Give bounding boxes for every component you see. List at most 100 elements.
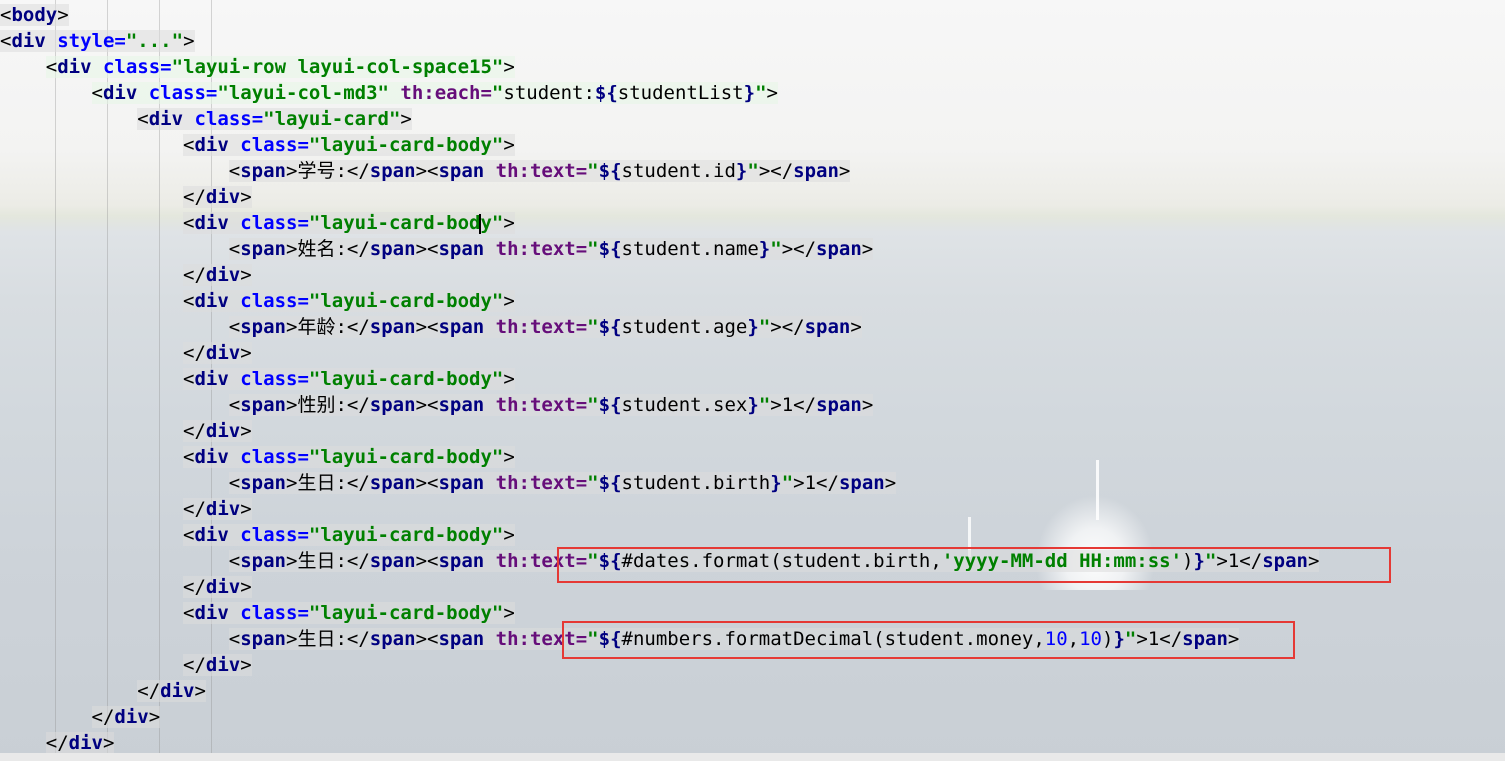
code-line[interactable]: <div class="layui-row layui-col-space15"… xyxy=(0,54,515,80)
code-token: span xyxy=(240,394,286,416)
code-content: <div class="layui-col-md3" th:each="stud… xyxy=(91,82,778,104)
code-token: </ xyxy=(183,576,206,598)
code-token: < xyxy=(183,524,195,546)
code-token: "layui-row layui-col-space15" xyxy=(171,56,504,78)
code-content: <span>学号:</span><span th:text="${student… xyxy=(228,160,851,182)
code-token: } xyxy=(770,472,782,494)
code-line[interactable]: <div class="layui-card-body"> xyxy=(0,210,515,236)
code-line[interactable]: <div class="layui-card-body"> xyxy=(0,444,515,470)
code-content: <body> xyxy=(0,4,69,26)
code-token: class= xyxy=(240,290,309,312)
code-line[interactable]: <span>学号:</span><span th:text="${student… xyxy=(0,158,851,184)
code-token: </ xyxy=(346,628,370,650)
code-token: ></ xyxy=(781,238,817,260)
highlight-box-numbers-format xyxy=(562,621,1295,659)
code-token: 生日: xyxy=(297,550,347,572)
code-token: > xyxy=(183,30,195,52)
code-line[interactable]: </div> xyxy=(0,262,252,288)
code-token: > xyxy=(194,680,206,702)
code-line[interactable]: <div class="layui-card-body"> xyxy=(0,366,515,392)
code-content: </div> xyxy=(137,680,206,702)
code-token: 1 xyxy=(781,394,794,416)
code-line[interactable]: <div class="layui-card"> xyxy=(0,106,412,132)
code-token: th:text= xyxy=(495,394,588,416)
code-line[interactable]: <div class="layui-card-body"> xyxy=(0,288,515,314)
code-token: > xyxy=(884,472,897,494)
code-token: span xyxy=(369,160,416,182)
code-token: span xyxy=(438,394,496,416)
code-token: > xyxy=(102,732,115,754)
code-line[interactable]: <div class="layui-card-body"> xyxy=(0,132,515,158)
code-token: div xyxy=(205,654,241,676)
code-token: div xyxy=(114,706,149,728)
code-token: } xyxy=(743,82,756,104)
code-content: <div class="layui-card-body"> xyxy=(183,602,515,624)
code-token: div xyxy=(194,212,241,234)
code-token: </ xyxy=(183,654,206,676)
code-token: div xyxy=(11,30,58,52)
code-line[interactable]: </div> xyxy=(0,678,206,704)
code-token: < xyxy=(91,82,103,104)
code-line[interactable]: <div class="layui-card-body"> xyxy=(0,522,515,548)
code-token: div xyxy=(205,498,241,520)
code-token: ${ xyxy=(598,238,622,260)
code-line[interactable]: <div style="..."> xyxy=(0,28,195,54)
code-token: > xyxy=(57,4,69,26)
code-token: span xyxy=(240,628,286,650)
code-token: > xyxy=(861,394,874,416)
code-token: >< xyxy=(415,628,439,650)
code-token: class= xyxy=(240,212,309,234)
code-token: div xyxy=(205,342,241,364)
code-content: <div class="layui-card-body"> xyxy=(183,446,515,468)
code-line[interactable]: </div> xyxy=(0,418,252,444)
code-line[interactable]: </div> xyxy=(0,340,252,366)
code-token: "layui-card-body" xyxy=(308,290,504,312)
code-token: 姓名: xyxy=(297,238,347,260)
code-token: class= xyxy=(102,56,172,78)
code-token: "layui-card-body" xyxy=(308,368,504,390)
code-token: > xyxy=(286,238,298,260)
code-token: "layui-card-body" xyxy=(308,134,504,156)
code-token: > xyxy=(850,316,862,338)
code-token: span xyxy=(369,550,416,572)
code-content: <div class="layui-row layui-col-space15"… xyxy=(45,56,515,78)
code-token: </ xyxy=(793,394,817,416)
code-line[interactable]: <span>性别:</span><span th:text="${student… xyxy=(0,392,874,418)
code-token: class= xyxy=(240,134,309,156)
code-token: ${ xyxy=(598,160,622,182)
code-line[interactable]: </div> xyxy=(0,574,252,600)
code-token: span xyxy=(240,160,286,182)
code-token: >< xyxy=(415,394,439,416)
code-line[interactable]: <div class="layui-col-md3" th:each="stud… xyxy=(0,80,778,106)
code-token: < xyxy=(0,4,12,26)
code-token: < xyxy=(0,30,12,52)
code-token: student: xyxy=(503,82,595,104)
code-line[interactable]: </div> xyxy=(0,184,252,210)
code-line[interactable]: <body> xyxy=(0,2,69,28)
code-line[interactable]: <div class="layui-card-body"> xyxy=(0,600,515,626)
code-token: span xyxy=(438,628,496,650)
code-line[interactable]: </div> xyxy=(0,496,252,522)
code-line[interactable]: <span>生日:</span><span th:text="${student… xyxy=(0,470,897,496)
code-token: </ xyxy=(183,498,206,520)
code-line[interactable]: <span>姓名:</span><span th:text="${student… xyxy=(0,236,874,262)
code-token: class= xyxy=(240,446,309,468)
code-token: student.sex xyxy=(621,394,748,416)
code-token: ${ xyxy=(598,472,622,494)
code-line[interactable]: <span>年龄:</span><span th:text="${student… xyxy=(0,314,862,340)
code-line[interactable]: </div> xyxy=(0,652,252,678)
code-line[interactable]: </div> xyxy=(0,704,161,730)
code-token: > xyxy=(286,160,298,182)
code-token: 生日: xyxy=(297,472,347,494)
code-token: > xyxy=(503,446,515,468)
code-token: span xyxy=(369,316,416,338)
code-token: >< xyxy=(415,316,439,338)
